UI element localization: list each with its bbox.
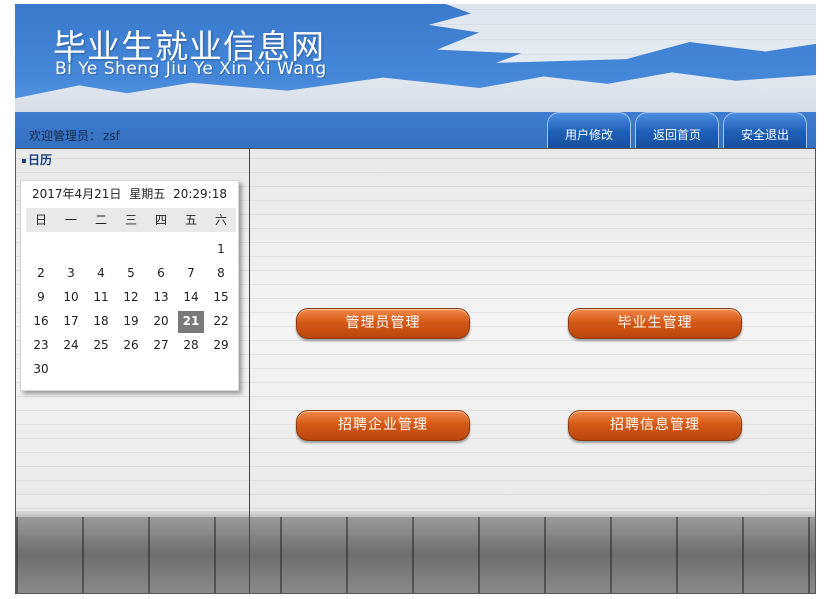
- calendar-day[interactable]: 11: [86, 286, 116, 310]
- calendar-blank: [176, 238, 206, 262]
- calendar-days-grid: 1 2 3 4 5 6 7 8 9 10 11 12 13 14 15 16 17 18 19 20 21 22 23 24 2…: [26, 238, 236, 382]
- calendar-day[interactable]: 8: [206, 262, 236, 286]
- sidebar-title-text: 日历: [28, 153, 53, 167]
- header-banner: 毕业生就业信息网 Bi Ye Sheng Jiu Ye Xin Xi Wang …: [15, 4, 816, 148]
- edit-user-button[interactable]: 用户修改: [547, 112, 631, 148]
- calendar-day[interactable]: 30: [26, 358, 56, 382]
- calendar-day[interactable]: 6: [146, 262, 176, 286]
- calendar-day[interactable]: 25: [86, 334, 116, 358]
- square-bullet-icon: [22, 158, 26, 163]
- calendar-day[interactable]: 5: [116, 262, 146, 286]
- calendar-day[interactable]: 7: [176, 262, 206, 286]
- calendar-day[interactable]: 13: [146, 286, 176, 310]
- weekday-label: 四: [154, 213, 167, 227]
- calendar-day-today[interactable]: 21: [178, 311, 204, 333]
- calendar-time: 20:29:18: [173, 187, 228, 201]
- site-subtitle: Bi Ye Sheng Jiu Ye Xin Xi Wang: [55, 59, 327, 79]
- company-management-button[interactable]: 招聘企业管理: [296, 410, 470, 441]
- weekday-label: 六: [214, 213, 227, 227]
- calendar-day[interactable]: 10: [56, 286, 86, 310]
- calendar-day[interactable]: 20: [146, 310, 176, 334]
- calendar-day[interactable]: 1: [206, 238, 236, 262]
- calendar-day[interactable]: 14: [176, 286, 206, 310]
- welcome-label: 欢迎管理员：: [29, 129, 102, 143]
- weekday-label: 五: [184, 213, 197, 227]
- calendar-weekday: 星期五: [129, 187, 166, 201]
- weekday-header-row: 日一二三四五六: [26, 208, 236, 232]
- calendar-day[interactable]: 24: [56, 334, 86, 358]
- calendar-day[interactable]: 18: [86, 310, 116, 334]
- calendar-header: 2017年4月21日 星期五 20:29:18: [21, 185, 238, 202]
- weekday-label: 三: [124, 213, 137, 227]
- calendar-blank: [86, 238, 116, 262]
- calendar-day[interactable]: 27: [146, 334, 176, 358]
- calendar-day[interactable]: 23: [26, 334, 56, 358]
- calendar-day[interactable]: 28: [176, 334, 206, 358]
- weekday-label: 一: [64, 213, 77, 227]
- calendar-day[interactable]: 16: [26, 310, 56, 334]
- calendar-day[interactable]: 4: [86, 262, 116, 286]
- calendar-day[interactable]: 17: [56, 310, 86, 334]
- weekday-label: 日: [34, 213, 47, 227]
- job-info-management-button[interactable]: 招聘信息管理: [568, 410, 742, 441]
- calendar-blank: [56, 238, 86, 262]
- weekday-label: 二: [94, 213, 107, 227]
- sidebar-title: 日历: [22, 151, 52, 168]
- calendar-day[interactable]: 9: [26, 286, 56, 310]
- calendar-blank: [146, 238, 176, 262]
- admin-management-button[interactable]: 管理员管理: [296, 308, 470, 339]
- wooden-floor: [16, 517, 815, 593]
- logout-button[interactable]: 安全退出: [723, 112, 807, 148]
- calendar-day[interactable]: 3: [56, 262, 86, 286]
- calendar-date: 2017年4月21日: [31, 187, 122, 201]
- home-button[interactable]: 返回首页: [635, 112, 719, 148]
- calendar-day[interactable]: 2: [26, 262, 56, 286]
- calendar-widget: 2017年4月21日 星期五 20:29:18 日一二三四五六 12345678…: [20, 180, 239, 391]
- main-area: 日历 2017年4月21日 星期五 20:29:18 日一二三四五六 12345…: [15, 148, 816, 594]
- calendar-blank: [116, 238, 146, 262]
- calendar-day[interactable]: 19: [116, 310, 146, 334]
- username: zsf: [103, 129, 120, 143]
- graduate-management-button[interactable]: 毕业生管理: [568, 308, 742, 339]
- calendar-day[interactable]: 26: [116, 334, 146, 358]
- welcome-message: 欢迎管理员： zsf: [29, 127, 120, 144]
- calendar-day[interactable]: 15: [206, 286, 236, 310]
- calendar-day[interactable]: 12: [116, 286, 146, 310]
- calendar-blank: [26, 238, 56, 262]
- calendar-day[interactable]: 29: [206, 334, 236, 358]
- panel-divider: [249, 149, 250, 593]
- calendar-day[interactable]: 22: [206, 310, 236, 334]
